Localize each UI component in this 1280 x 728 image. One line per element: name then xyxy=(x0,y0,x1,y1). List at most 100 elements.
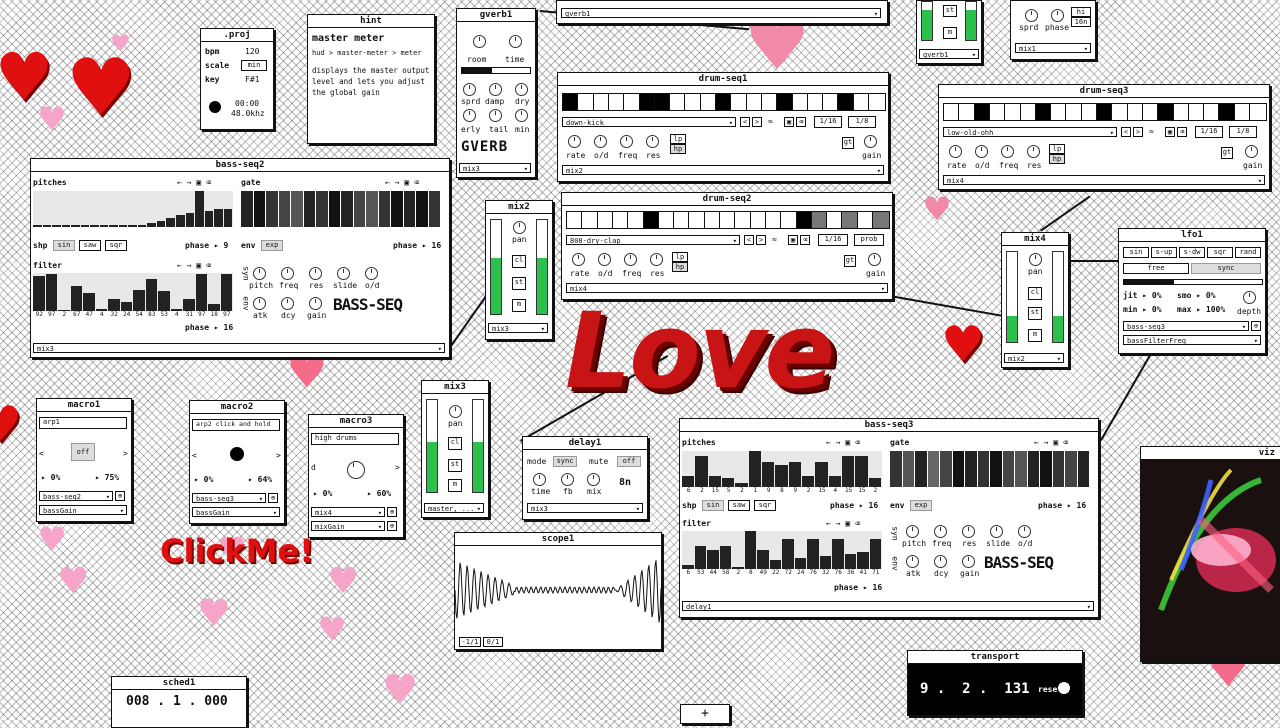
output-select[interactable]: master, ... xyxy=(424,503,484,514)
bar-cell[interactable] xyxy=(71,225,80,227)
hold-button[interactable] xyxy=(230,447,244,461)
bar-cell[interactable] xyxy=(223,209,233,227)
sqr-button[interactable]: sqr xyxy=(754,500,776,511)
pitch-grid[interactable] xyxy=(33,191,233,227)
pan-knob[interactable] xyxy=(513,221,526,234)
bar-cell[interactable] xyxy=(694,546,706,569)
nav-icons[interactable]: ← → ▣ ⌫ xyxy=(826,438,860,447)
phase-knob[interactable] xyxy=(1051,9,1064,22)
sin-button[interactable]: sin xyxy=(702,500,724,511)
gate-cell[interactable] xyxy=(1040,451,1052,487)
prev-arrow[interactable]: < xyxy=(192,451,197,460)
target-select[interactable]: bass-seq2 xyxy=(39,491,113,502)
bar-cell[interactable] xyxy=(183,299,195,311)
clickme-text[interactable]: ClickMe! xyxy=(160,532,314,570)
next-button[interactable]: > xyxy=(756,235,766,245)
room-knob[interactable] xyxy=(473,35,486,48)
fader-left[interactable] xyxy=(426,399,438,493)
fader-right[interactable] xyxy=(536,219,548,315)
gate-cell[interactable] xyxy=(1052,451,1064,487)
st-button[interactable]: st xyxy=(1028,307,1042,320)
bar-cell[interactable] xyxy=(788,461,801,487)
macro-name-field[interactable]: arp2 click and hold xyxy=(192,419,280,431)
gate-cell[interactable] xyxy=(241,191,253,227)
toggle-button[interactable]: off xyxy=(71,443,95,461)
bar-cell[interactable] xyxy=(721,478,735,487)
bar-cell[interactable] xyxy=(45,274,57,311)
fader-left[interactable] xyxy=(921,1,933,41)
tail-knob[interactable] xyxy=(489,109,502,122)
gate-cell[interactable] xyxy=(1065,451,1077,487)
sync-button[interactable]: sync xyxy=(553,456,577,467)
bar-cell[interactable] xyxy=(757,550,769,569)
hp-button[interactable]: hp xyxy=(670,144,686,154)
bar-cell[interactable] xyxy=(195,274,207,311)
gate-cell[interactable] xyxy=(977,451,989,487)
st-button[interactable]: st xyxy=(943,5,957,17)
gain-knob[interactable] xyxy=(868,253,881,266)
s-dw-button[interactable]: s-dw xyxy=(1179,247,1205,258)
cl-button[interactable]: cl xyxy=(512,255,526,268)
next-button[interactable]: > xyxy=(1133,127,1143,137)
division-readout[interactable]: 8n xyxy=(619,477,631,488)
gain-knob[interactable] xyxy=(309,297,322,310)
saw-button[interactable]: saw xyxy=(728,500,750,511)
next-arrow[interactable]: > xyxy=(123,449,128,458)
slide-knob[interactable] xyxy=(990,525,1003,538)
jit-readout[interactable]: jit ▸ 0% xyxy=(1123,291,1162,300)
bar-cell[interactable] xyxy=(832,538,844,569)
gate-cell[interactable] xyxy=(940,451,952,487)
pitch-knob[interactable] xyxy=(906,525,919,538)
atk-knob[interactable] xyxy=(253,297,266,310)
res-knob[interactable] xyxy=(962,525,975,538)
gt-button[interactable]: gt xyxy=(844,255,856,267)
atk-knob[interactable] xyxy=(906,555,919,568)
hp-button[interactable]: hp xyxy=(672,262,688,272)
dcy-knob[interactable] xyxy=(281,297,294,310)
gain-knob[interactable] xyxy=(962,555,975,568)
depth-knob[interactable] xyxy=(1243,291,1256,304)
output-select[interactable]: mix3 xyxy=(33,343,445,354)
bar-cell[interactable] xyxy=(70,285,82,311)
damp-knob[interactable] xyxy=(489,83,502,96)
hi-button[interactable]: hi xyxy=(1071,7,1091,17)
bar-cell[interactable] xyxy=(90,225,99,227)
nav-icons[interactable]: ← → ▣ ⌫ xyxy=(1034,438,1068,447)
add-target-icon[interactable]: ⊕ xyxy=(268,493,278,503)
gate-cell[interactable] xyxy=(278,191,290,227)
gate-grid[interactable] xyxy=(890,451,1090,487)
m-button[interactable]: m xyxy=(943,27,957,39)
gate-cell[interactable] xyxy=(990,451,1002,487)
bar-cell[interactable] xyxy=(682,476,695,487)
bar-cell[interactable] xyxy=(137,225,147,227)
gate-cell[interactable] xyxy=(952,451,964,487)
gate-cell[interactable] xyxy=(378,191,390,227)
step-cell[interactable] xyxy=(1249,103,1267,121)
bar-cell[interactable] xyxy=(175,215,185,227)
exp-button[interactable]: exp xyxy=(261,240,283,251)
bar-cell[interactable] xyxy=(83,293,95,311)
sync-button[interactable]: sync xyxy=(1191,263,1261,274)
min-readout[interactable]: min ▸ 0% xyxy=(1123,305,1162,314)
bar-cell[interactable] xyxy=(214,209,223,227)
gate-cell[interactable] xyxy=(328,191,340,227)
output-select[interactable]: delay1 xyxy=(682,601,1094,612)
time-knob[interactable] xyxy=(533,473,546,486)
bar-cell[interactable] xyxy=(857,551,869,569)
bar-cell[interactable] xyxy=(108,298,120,311)
lo-button[interactable]: 16n xyxy=(1071,17,1091,27)
preset-select[interactable]: low-old-ohh xyxy=(943,127,1117,138)
gate-grid[interactable] xyxy=(241,191,441,227)
bar-cell[interactable] xyxy=(707,550,719,569)
gate-cell[interactable] xyxy=(391,191,403,227)
lp-button[interactable]: lp xyxy=(670,134,686,144)
bar-cell[interactable] xyxy=(166,218,175,227)
dry-knob[interactable] xyxy=(515,83,528,96)
pan-knob[interactable] xyxy=(449,405,462,418)
div1-button[interactable]: 1/16 xyxy=(814,116,842,128)
fader-right[interactable] xyxy=(965,1,977,41)
bar-cell[interactable] xyxy=(868,478,881,487)
bar-cell[interactable] xyxy=(695,456,708,487)
preset-select[interactable]: 808-dry-clap xyxy=(566,235,740,246)
target-select[interactable]: mix4 xyxy=(311,507,385,518)
